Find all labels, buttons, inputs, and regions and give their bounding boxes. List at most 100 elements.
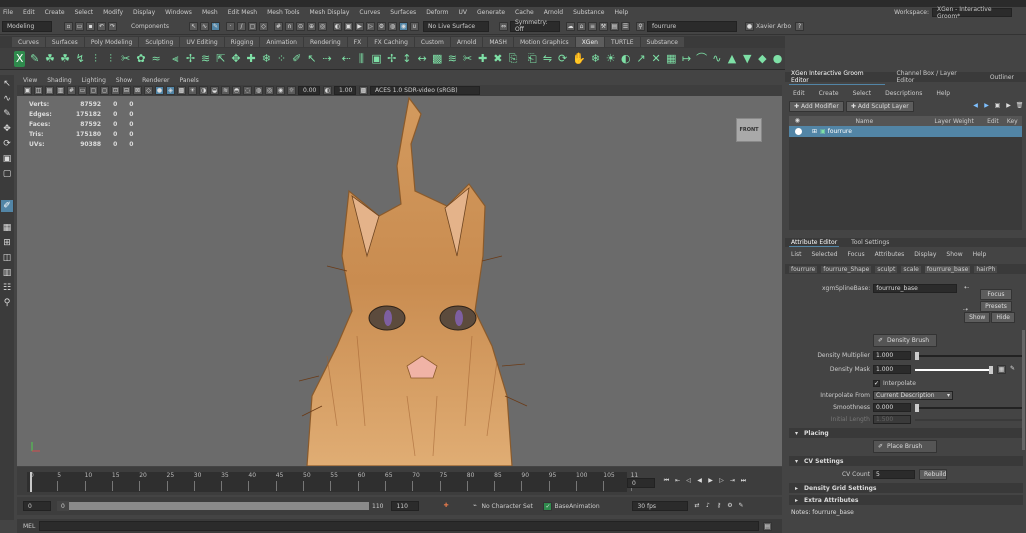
render-icon[interactable]: ▶ — [355, 21, 364, 31]
pose-icon[interactable]: ✋ — [572, 51, 586, 67]
interpolate-checkbox[interactable]: ✓ — [873, 380, 880, 387]
isolate-select-icon[interactable]: ◌ — [243, 86, 252, 95]
smoothness-slider[interactable] — [915, 403, 1023, 412]
twist2-icon[interactable]: ✢ — [386, 51, 397, 67]
density-brush-button[interactable]: ✐ Density Brush — [873, 334, 937, 347]
script-editor-icon[interactable]: ▤ — [763, 521, 772, 531]
scale-tool-icon[interactable]: ▣ — [1, 153, 13, 165]
menu-mesh-tools[interactable]: Mesh Tools — [267, 9, 299, 16]
play-forwards-icon[interactable]: ▶ — [706, 477, 715, 486]
menu-display[interactable]: Display — [133, 9, 155, 16]
placing-section-header[interactable]: ▾ Placing — [789, 428, 1023, 438]
menu-cache[interactable]: Cache — [515, 9, 534, 16]
groom-list-row[interactable]: ⊞ ▣ fourrure — [789, 126, 1022, 137]
paste-icon[interactable]: ⎗ — [527, 51, 538, 67]
view-transform-icon[interactable]: ▩ — [359, 86, 368, 95]
viewport-menu-renderer[interactable]: Renderer — [142, 77, 169, 84]
cv-settings-section-header[interactable]: ▾ CV Settings — [789, 456, 1023, 466]
snap-curve-icon[interactable]: ∩ — [285, 21, 294, 31]
brush-icon[interactable]: ✎ — [29, 51, 40, 67]
smoothness-field[interactable]: 0.000 — [873, 403, 911, 412]
ae-menu-display[interactable]: Display — [912, 251, 938, 258]
command-input[interactable] — [39, 521, 759, 531]
move-up-icon[interactable]: ◀ — [971, 102, 980, 111]
unfreeze-icon[interactable]: ☀ — [605, 51, 616, 67]
four-view-layout-icon[interactable]: ⊞ — [1, 237, 13, 249]
tool-settings-icon[interactable]: ⚒ — [599, 21, 608, 31]
shelf-tab-xgen[interactable]: XGen — [575, 37, 604, 47]
fps-dropdown[interactable]: 30 fps — [632, 501, 689, 511]
step-back-key-icon[interactable]: ⇤ — [673, 477, 682, 486]
mel-label[interactable]: MEL — [23, 523, 39, 530]
shelf-tab-mash[interactable]: MASH — [483, 37, 513, 47]
hide-button[interactable]: Hide — [991, 312, 1015, 323]
ipr-render-icon[interactable]: ▷ — [366, 21, 375, 31]
density-multiplier-field[interactable]: 1.000 — [873, 351, 911, 360]
length-icon[interactable]: ↕ — [401, 51, 412, 67]
ae-menu-help[interactable]: Help — [971, 251, 989, 258]
modeling-toolkit-icon[interactable]: ⌂ — [577, 21, 586, 31]
move-tool-icon[interactable]: ✥ — [1, 123, 13, 135]
focus-input-icon[interactable]: ⇠ — [962, 284, 971, 293]
key-all-icon[interactable]: ▶ — [1004, 102, 1013, 111]
menu-arnold[interactable]: Arnold — [544, 9, 563, 16]
density-icon[interactable]: ⁘ — [276, 51, 287, 67]
node-tab-fourrure-shape[interactable]: fourrure_Shape — [821, 265, 872, 273]
single-perspective-layout-icon[interactable]: ▦ — [1, 222, 13, 234]
lasso-icon[interactable]: ∿ — [200, 21, 209, 31]
character-set-dropdown[interactable]: No Character Set — [481, 503, 539, 510]
menu-modify[interactable]: Modify — [103, 9, 123, 16]
audio-icon[interactable]: ♪ — [703, 502, 712, 511]
channel-box-icon[interactable]: ▤ — [610, 21, 619, 31]
menu-curves[interactable]: Curves — [359, 9, 380, 16]
viewport-menu-lighting[interactable]: Lighting — [82, 77, 106, 84]
key-icon[interactable]: ⚷ — [714, 502, 723, 511]
step-forward-key-icon[interactable]: ⇥ — [728, 477, 737, 486]
rotate-icon[interactable]: ⟳ — [557, 51, 568, 67]
smooth-icon[interactable]: ≋ — [200, 51, 211, 67]
symmetry-dropdown[interactable]: Symmetry: Off — [510, 19, 560, 33]
ae-menu-show[interactable]: Show — [944, 251, 964, 258]
viewport-menu-show[interactable]: Show — [116, 77, 132, 84]
edit-column-header[interactable]: Edit — [983, 118, 1002, 125]
safe-action-icon[interactable]: ⊟ — [122, 86, 131, 95]
grow-icon[interactable]: ↗ — [635, 51, 646, 67]
node-tab-fourrure[interactable]: fourrure — [789, 265, 818, 273]
expand-icon[interactable]: ⊞ — [812, 128, 817, 135]
rebuild-button[interactable]: Rebuild — [919, 469, 947, 480]
view-cube[interactable]: FRONT — [736, 118, 762, 142]
gate-mask-icon[interactable]: ◻ — [100, 86, 109, 95]
fur-cat-model[interactable] — [297, 96, 542, 466]
menu-create[interactable]: Create — [45, 9, 65, 16]
go-to-end-icon[interactable]: ⏭ — [739, 477, 748, 486]
density-multiplier-slider-knob[interactable] — [915, 351, 919, 360]
paint-select-tool-icon[interactable]: ✎ — [1, 108, 13, 120]
shelf-tab-rendering[interactable]: Rendering — [303, 37, 347, 47]
spline-base-field[interactable]: fourrure_base — [873, 284, 958, 293]
base-icon[interactable]: ▼ — [742, 51, 753, 67]
scale-icon[interactable]: ⇱ — [215, 51, 226, 67]
last-tool-icon[interactable]: ▢ — [1, 168, 13, 180]
extend-icon[interactable]: ↦ — [681, 51, 692, 67]
animation-preferences-icon[interactable]: ✎ — [736, 502, 745, 511]
density-multiplier-slider[interactable] — [915, 351, 1023, 360]
motion-blur-icon[interactable]: ≋ — [221, 86, 230, 95]
ae-menu-focus[interactable]: Focus — [846, 251, 867, 258]
smoothness-slider-knob[interactable] — [915, 403, 919, 412]
range-slider[interactable]: 0 0 110 110 ✚ ⌁ No Character Set ✓ BaseA… — [17, 497, 782, 515]
workspace-dropdown[interactable]: XGen - Interactive Groom* — [932, 6, 1012, 20]
density-mask-field[interactable]: 1.000 — [873, 365, 911, 374]
shelf-tab-turtle[interactable]: TURTLE — [604, 37, 640, 47]
invert-icon[interactable]: ◐ — [620, 51, 631, 67]
output-connection-icon[interactable]: ⇢ — [961, 306, 970, 315]
step-back-frame-icon[interactable]: ◁ — [684, 477, 693, 486]
menu-file[interactable]: File — [3, 9, 13, 16]
sculpt-icon[interactable]: ✐ — [291, 51, 302, 67]
comb-icon[interactable]: ⫶ — [90, 51, 101, 67]
puff-icon[interactable]: ✿ — [135, 51, 146, 67]
gamma-field[interactable]: 1.00 — [334, 86, 356, 95]
menu-windows[interactable]: Windows — [165, 9, 192, 16]
repel-icon[interactable]: ⇠ — [341, 51, 352, 67]
cut2-icon[interactable]: ✂ — [462, 51, 473, 67]
name-column-header[interactable]: Name — [804, 118, 925, 125]
